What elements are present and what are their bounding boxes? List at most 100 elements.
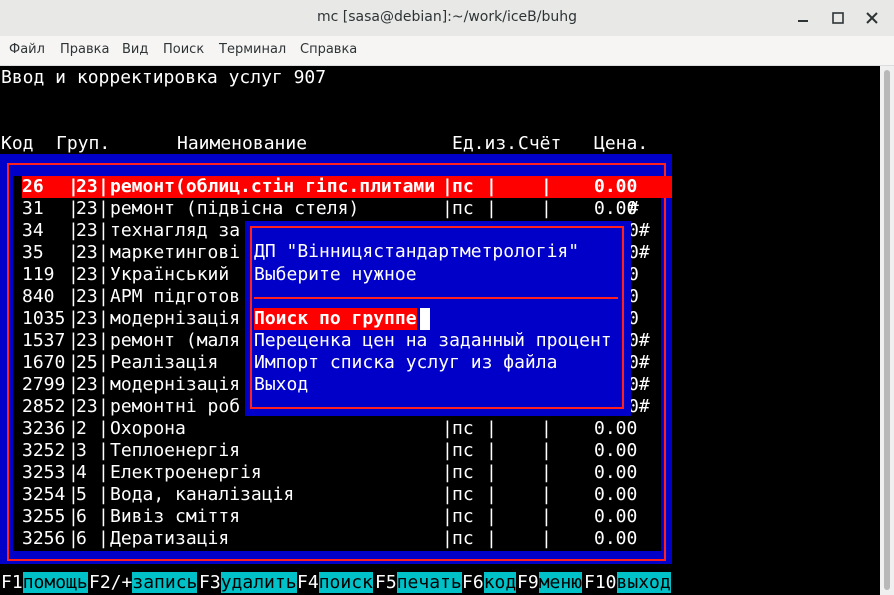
- cell-mark: 0#: [628, 352, 650, 373]
- cell-name: Вивіз сміття: [110, 506, 241, 527]
- cell-s4: |: [486, 484, 497, 505]
- cell-s2: |: [98, 176, 109, 197]
- cell-s5: |: [541, 528, 552, 549]
- cell-unit: пс: [452, 506, 474, 527]
- cell-unit: пс: [452, 176, 474, 197]
- fkey-f4[interactable]: F4поиск: [297, 572, 373, 594]
- menu-edit[interactable]: Правка: [60, 42, 109, 57]
- col-price: Цена.: [594, 133, 649, 154]
- minimize-icon[interactable]: [793, 8, 813, 28]
- dialog-org: ДП "Вінницястандартметрологія": [254, 241, 580, 262]
- menu-view[interactable]: Вид: [122, 42, 148, 57]
- cell-code: 3252: [22, 440, 66, 461]
- fkey-label: выход: [616, 572, 671, 593]
- cell-s5: |: [541, 176, 552, 197]
- fkey-label: удалить: [220, 572, 297, 593]
- cell-group: 23: [76, 374, 98, 395]
- cell-code: 3254: [22, 484, 66, 505]
- cell-price: 0.00: [594, 528, 638, 549]
- cell-unit: пс: [452, 198, 474, 219]
- table-row[interactable]: 3254 | 5 | Вода, каналізація | пс | | 0.00: [22, 484, 672, 506]
- cell-s5: |: [541, 440, 552, 461]
- cell-code: 3236: [22, 418, 66, 439]
- cell-s2: |: [98, 264, 109, 285]
- cell-group: 6: [76, 506, 87, 527]
- dialog-option-exit[interactable]: Выход: [254, 374, 308, 396]
- table-row[interactable]: 3236 | 2 | Охорона | пс | | 0.00: [22, 418, 672, 440]
- cell-name: Реалізація: [110, 352, 219, 373]
- fkey-key: F4: [297, 572, 319, 593]
- cell-code: 840: [22, 286, 55, 307]
- table-row[interactable]: 26 | 23 | ремонт(облиц.стін гіпс.плитами | пс |…: [22, 176, 672, 198]
- fkey-f5[interactable]: F5печать: [375, 572, 462, 594]
- cell-name: Вода, каналізація: [110, 484, 295, 505]
- col-account: Счёт: [518, 133, 562, 154]
- dialog-option-reprice[interactable]: Переценка цен на заданный процент: [254, 330, 612, 352]
- cell-group: 5: [76, 484, 87, 505]
- fkey-f2[interactable]: F2/+запись: [89, 572, 198, 594]
- cell-code: 2799: [22, 374, 66, 395]
- cell-group: 6: [76, 528, 87, 549]
- menu-bar: Файл Правка Вид Поиск Терминал Справка: [0, 36, 894, 66]
- table-row[interactable]: 3253 | 4 | Електроенергія | пс | | 0.00: [22, 462, 672, 484]
- cell-name: маркетингові: [110, 242, 241, 263]
- cell-price: 0.00: [594, 506, 638, 527]
- menu-help[interactable]: Справка: [300, 42, 357, 57]
- cell-code: 1537: [22, 330, 66, 351]
- cell-name: Дератизація: [110, 528, 230, 549]
- cell-s5: |: [541, 462, 552, 483]
- menu-terminal[interactable]: Терминал: [219, 42, 286, 57]
- cell-unit: пс: [452, 462, 474, 483]
- cell-name: ремонтні роб: [110, 396, 241, 417]
- cell-mark: 0#: [628, 242, 650, 263]
- close-icon[interactable]: [862, 8, 882, 28]
- fkey-label: меню: [538, 572, 583, 593]
- fkey-key: F9: [517, 572, 539, 593]
- cell-s2: |: [98, 220, 109, 241]
- menu-search[interactable]: Поиск: [163, 42, 204, 57]
- cell-mark: 0#: [628, 374, 650, 395]
- cell-group: 23: [76, 176, 98, 197]
- cell-s4: |: [486, 462, 497, 483]
- table-row[interactable]: 3256 | 6 | Дератизація | пс | | 0.00: [22, 528, 672, 550]
- cell-group: 2: [76, 418, 87, 439]
- menu-file[interactable]: Файл: [9, 42, 45, 57]
- table-row[interactable]: 3252 | 3 | Теплоенергія | пс | | 0.00: [22, 440, 672, 462]
- cell-s2: |: [98, 506, 109, 527]
- dialog-option-group-search[interactable]: Поиск по группе: [254, 308, 417, 330]
- cell-name: технагляд за: [110, 220, 241, 241]
- cell-group: 23: [76, 198, 98, 219]
- scrollbar-thumb[interactable]: [884, 70, 890, 590]
- cell-code: 1035: [22, 308, 66, 329]
- table-row[interactable]: 31 | 23 | ремонт (підвісна стеля) | пс | | 0.00 #: [22, 198, 672, 220]
- cell-s4: |: [486, 528, 497, 549]
- fkey-label: печать: [396, 572, 462, 593]
- fkey-f6[interactable]: F6код: [462, 572, 517, 594]
- cell-code: 1670: [22, 352, 66, 373]
- cell-code: 26: [22, 176, 44, 197]
- cell-name: Охорона: [110, 418, 186, 439]
- cell-s2: |: [98, 528, 109, 549]
- scrollbar[interactable]: [880, 66, 894, 595]
- cell-group: 23: [76, 308, 98, 329]
- col-name: Наименование: [177, 133, 308, 154]
- fkey-f9[interactable]: F9меню: [517, 572, 583, 594]
- cell-name: модернізація: [110, 308, 241, 329]
- screen-heading: Ввод и корректировка услуг 907: [1, 67, 327, 88]
- cell-s5: |: [541, 418, 552, 439]
- cell-unit: пс: [452, 418, 474, 439]
- fkey-f1[interactable]: F1помощь: [1, 572, 88, 594]
- cell-unit: пс: [452, 440, 474, 461]
- dialog-option-import[interactable]: Импорт списка услуг из файла: [254, 352, 557, 374]
- cell-group: 23: [76, 264, 98, 285]
- fkey-f3[interactable]: F3удалить: [199, 572, 297, 594]
- cell-name: Електроенергія: [110, 462, 262, 483]
- cell-s4: |: [486, 506, 497, 527]
- maximize-icon[interactable]: [828, 8, 848, 28]
- table-row[interactable]: 3255 | 6 | Вивіз сміття | пс | | 0.00: [22, 506, 672, 528]
- fkey-label: запись: [132, 572, 198, 593]
- cell-name: ремонт (підвісна стеля): [110, 198, 360, 219]
- cell-s2: |: [98, 330, 109, 351]
- cell-code: 3255: [22, 506, 66, 527]
- fkey-f10[interactable]: F10выход: [584, 572, 671, 594]
